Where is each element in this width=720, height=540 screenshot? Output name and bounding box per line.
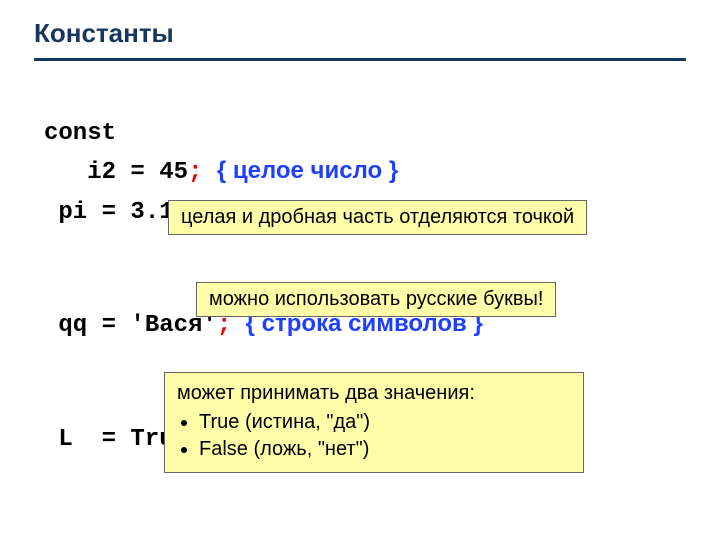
list-item: True (истина, "да"): [199, 409, 571, 436]
note-russian-letters: можно использовать русские буквы!: [196, 282, 556, 317]
slide-title: Константы: [34, 18, 174, 49]
semi-icon: ;: [188, 159, 202, 186]
note-boolean-list: True (истина, "да") False (ложь, "нет"): [177, 409, 571, 463]
divider: [34, 58, 686, 61]
comment-int: { целое число }: [217, 157, 398, 184]
code-line-int: i2 = 45: [44, 159, 188, 186]
list-item: False (ложь, "нет"): [199, 436, 571, 463]
slide: Константы const i2 = 45; { целое число }…: [0, 0, 720, 540]
note-boolean-head: может принимать два значения:: [177, 380, 571, 407]
keyword-const: const: [44, 120, 116, 147]
code-line-str: qq = 'Вася': [44, 312, 217, 339]
code-line-real: pi = 3.14: [44, 199, 188, 226]
note-decimal-point: целая и дробная часть отделяются точкой: [168, 200, 587, 235]
note-boolean-values: может принимать два значения: True (исти…: [164, 372, 584, 473]
